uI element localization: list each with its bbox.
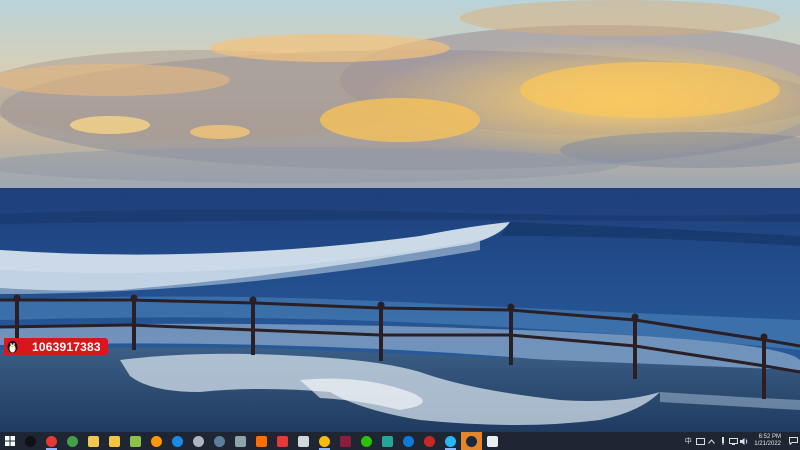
- steam-icon[interactable]: [209, 432, 230, 450]
- steam-glyph: [214, 435, 225, 447]
- ime-label: 中: [684, 437, 692, 445]
- ie-glyph: [445, 435, 456, 447]
- ocean-sunset-wallpaper: [0, 0, 800, 432]
- windows-start-icon[interactable]: [0, 432, 20, 450]
- edge-glyph: [403, 435, 414, 447]
- clock-date: 1/21/2022: [754, 441, 781, 447]
- network-icon[interactable]: [728, 432, 739, 450]
- chrome-running-glyph: [319, 435, 330, 447]
- steam-active-glyph: [466, 435, 477, 447]
- tools-app-glyph: [235, 435, 246, 447]
- ie-icon[interactable]: [440, 432, 461, 450]
- taskbar: 中 6:52 PM 1/21/2022: [0, 432, 800, 450]
- speaker-icon[interactable]: [717, 432, 728, 450]
- settings-icon[interactable]: [188, 432, 209, 450]
- red-circle-app-glyph: [46, 435, 57, 447]
- yellow-app-icon[interactable]: [83, 432, 104, 450]
- keyboard-icon[interactable]: [695, 432, 706, 450]
- plane-app-icon[interactable]: [293, 432, 314, 450]
- calendar-app-glyph: [277, 435, 288, 447]
- chevron-up-icon[interactable]: [706, 432, 717, 450]
- heart-app-icon[interactable]: [335, 432, 356, 450]
- calendar-app-icon[interactable]: [272, 432, 293, 450]
- g-app-icon[interactable]: [146, 432, 167, 450]
- chrome-icon[interactable]: [62, 432, 83, 450]
- airplane-app-icon[interactable]: [482, 432, 503, 450]
- photos-app-glyph: [382, 435, 393, 447]
- folder-glyph: [109, 435, 120, 447]
- penguin-app-icon[interactable]: [20, 432, 41, 450]
- desktop-wallpaper: [0, 0, 800, 432]
- pinned-apps: [20, 432, 503, 450]
- edge-icon[interactable]: [398, 432, 419, 450]
- red-app-icon[interactable]: [419, 432, 440, 450]
- chrome-glyph: [67, 435, 78, 447]
- penguin-app-glyph: [25, 435, 36, 447]
- notification-icon[interactable]: [786, 432, 800, 450]
- notes-app-icon[interactable]: [125, 432, 146, 450]
- red-circle-app-icon[interactable]: [41, 432, 62, 450]
- firewall-app-icon[interactable]: [251, 432, 272, 450]
- penguin-icon: [5, 339, 20, 354]
- system-tray: 中 6:52 PM 1/21/2022: [681, 432, 800, 450]
- plane-app-glyph: [298, 435, 309, 447]
- tools-app-icon[interactable]: [230, 432, 251, 450]
- red-app-glyph: [424, 435, 435, 447]
- heart-app-glyph: [340, 435, 351, 447]
- badge-number: 1063917383: [32, 339, 101, 354]
- photos-app-icon[interactable]: [377, 432, 398, 450]
- airplane-app-glyph: [487, 435, 498, 447]
- wechat-glyph: [361, 435, 372, 447]
- folder-icon[interactable]: [104, 432, 125, 450]
- notes-app-glyph: [130, 435, 141, 447]
- number-badge-overlay[interactable]: 1063917383: [4, 338, 108, 355]
- g-app-glyph: [151, 435, 162, 447]
- browser-blue-glyph: [172, 435, 183, 447]
- wechat-icon[interactable]: [356, 432, 377, 450]
- browser-blue-icon[interactable]: [167, 432, 188, 450]
- ime-indicator[interactable]: 中: [681, 432, 695, 450]
- clock[interactable]: 6:52 PM 1/21/2022: [750, 434, 786, 448]
- yellow-app-glyph: [88, 435, 99, 447]
- volume-icon[interactable]: [739, 432, 750, 450]
- settings-glyph: [193, 435, 204, 447]
- firewall-app-glyph: [256, 435, 267, 447]
- clock-time: 6:52 PM: [758, 434, 781, 440]
- chrome-running-icon[interactable]: [314, 432, 335, 450]
- steam-active-icon[interactable]: [461, 432, 482, 450]
